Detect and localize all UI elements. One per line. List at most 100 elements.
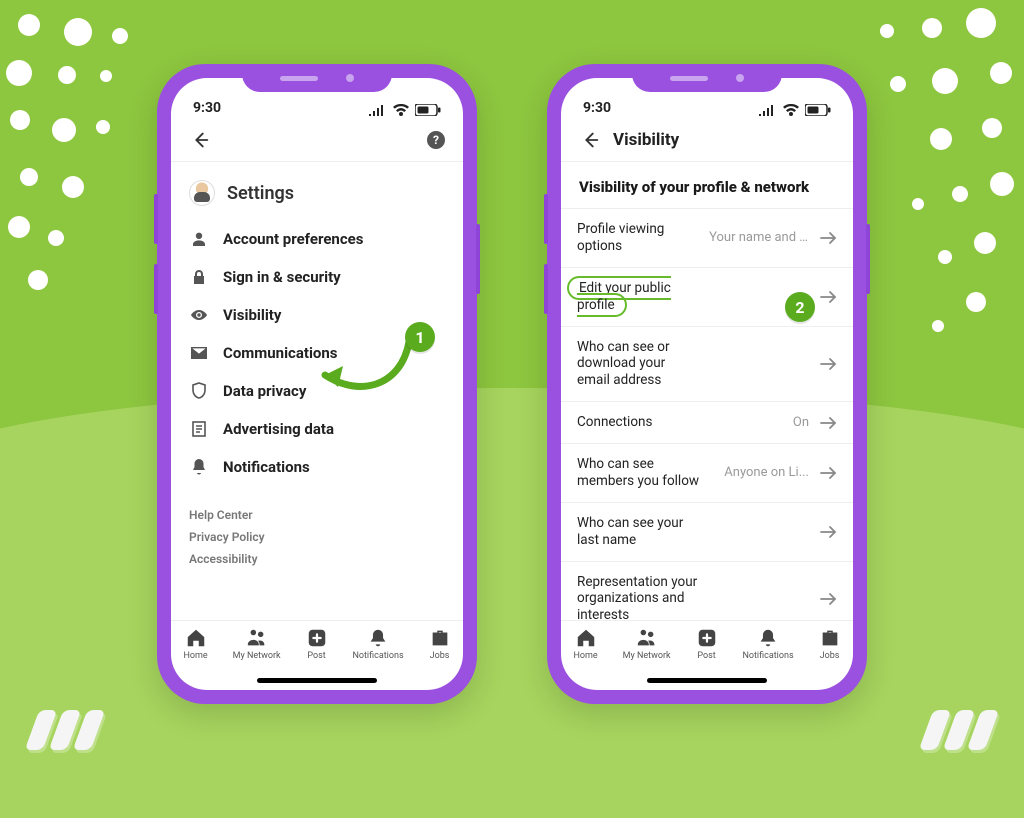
tab-jobs[interactable]: Jobs (819, 627, 841, 661)
tab-post[interactable]: Post (306, 627, 328, 661)
page-title-row: Settings (171, 176, 463, 220)
visibility-item-connections[interactable]: Connections On (561, 401, 853, 443)
tab-label: Jobs (820, 651, 840, 661)
status-time: 9:30 (583, 100, 611, 116)
menu-label: Advertising data (223, 420, 334, 438)
tab-label: Jobs (430, 651, 450, 661)
tab-my-network[interactable]: My Network (623, 627, 671, 661)
battery-icon (805, 104, 831, 116)
home-icon (575, 627, 597, 649)
phone-settings: 9:30 ? Settings (157, 64, 477, 704)
avatar[interactable] (189, 180, 215, 206)
network-icon (636, 627, 658, 649)
jobs-icon (429, 627, 451, 649)
tab-jobs[interactable]: Jobs (429, 627, 451, 661)
tab-label: Notifications (352, 651, 403, 661)
signal-icon (759, 104, 777, 116)
battery-icon (415, 104, 441, 116)
item-label: Connections (577, 414, 699, 431)
jobs-icon (819, 627, 841, 649)
item-value: Your name and he... (709, 230, 809, 245)
tab-notifications[interactable]: Notifications (352, 627, 403, 661)
back-button[interactable] (579, 129, 601, 151)
item-label: Who can see your last name (577, 515, 699, 549)
annotation-step-1: 1 (405, 322, 435, 352)
item-value: On (709, 415, 809, 430)
tab-home[interactable]: Home (573, 627, 597, 661)
visibility-item-email-address[interactable]: Who can see or download your email addre… (561, 326, 853, 402)
menu-item-sign-in-security[interactable]: Sign in & security (171, 258, 463, 296)
envelope-icon (189, 346, 209, 360)
visibility-list: Profile viewing options Your name and he… (561, 208, 853, 620)
lock-icon (189, 269, 209, 285)
bell-icon (367, 627, 389, 649)
annotation-step-2: 2 (785, 292, 815, 322)
menu-label: Data privacy (223, 382, 306, 400)
item-label: Representation your organizations and in… (577, 574, 699, 621)
bell-icon (757, 627, 779, 649)
eye-icon (189, 307, 209, 323)
chevron-right-icon (819, 525, 837, 539)
tab-label: My Network (623, 651, 671, 661)
menu-label: Notifications (223, 458, 310, 476)
tab-label: Home (573, 651, 597, 661)
tab-my-network[interactable]: My Network (233, 627, 281, 661)
shield-icon (189, 382, 209, 400)
item-label: Who can see or download your email addre… (577, 339, 699, 390)
help-button[interactable]: ? (427, 131, 445, 149)
phone-notch (632, 64, 782, 92)
chevron-right-icon (819, 290, 837, 304)
menu-item-advertising-data[interactable]: Advertising data (171, 410, 463, 448)
menu-label: Sign in & security (223, 268, 341, 286)
menu-item-notifications[interactable]: Notifications (171, 448, 463, 486)
footer-link-help-center[interactable]: Help Center (189, 504, 445, 526)
post-icon (306, 627, 328, 649)
page-title: Settings (227, 183, 294, 204)
app-header: ? (171, 118, 463, 162)
visibility-item-organizations-interests[interactable]: Representation your organizations and in… (561, 561, 853, 621)
home-indicator (647, 678, 767, 683)
network-icon (246, 627, 268, 649)
footer-link-accessibility[interactable]: Accessibility (189, 548, 445, 570)
chevron-right-icon (819, 231, 837, 245)
visibility-item-profile-viewing-options[interactable]: Profile viewing options Your name and he… (561, 208, 853, 267)
menu-label: Visibility (223, 306, 281, 324)
back-button[interactable] (189, 129, 211, 151)
home-icon (185, 627, 207, 649)
chevron-right-icon (819, 466, 837, 480)
footer-link-privacy-policy[interactable]: Privacy Policy (189, 526, 445, 548)
home-indicator (257, 678, 377, 683)
app-header: Visibility (561, 118, 853, 162)
tab-label: Post (307, 651, 325, 661)
menu-item-account-preferences[interactable]: Account preferences (171, 220, 463, 258)
phone-notch (242, 64, 392, 92)
footer-links: Help Center Privacy Policy Accessibility (171, 498, 463, 570)
bell-icon (189, 458, 209, 476)
tab-label: Post (697, 651, 715, 661)
user-icon (189, 231, 209, 247)
tab-home[interactable]: Home (183, 627, 207, 661)
tab-label: My Network (233, 651, 281, 661)
visibility-item-members-you-follow[interactable]: Who can see members you follow Anyone on… (561, 443, 853, 502)
highlight-ring: Edit your public profile (567, 276, 671, 317)
section-title: Visibility of your profile & network (561, 168, 853, 208)
chevron-right-icon (819, 416, 837, 430)
post-icon (696, 627, 718, 649)
status-time: 9:30 (193, 100, 221, 116)
tab-label: Home (183, 651, 207, 661)
chevron-right-icon (819, 592, 837, 606)
tab-post[interactable]: Post (696, 627, 718, 661)
item-label: Who can see members you follow (577, 456, 699, 490)
wifi-icon (783, 104, 799, 116)
menu-label: Account preferences (223, 230, 363, 248)
tab-label: Notifications (742, 651, 793, 661)
page-title: Visibility (613, 130, 835, 150)
document-icon (189, 421, 209, 437)
visibility-item-last-name[interactable]: Who can see your last name (561, 502, 853, 561)
item-label: Edit your public profile (577, 280, 699, 314)
signal-icon (369, 104, 387, 116)
phone-visibility: 9:30 Visibility Visibility of your profi… (547, 64, 867, 704)
item-value: Anyone on Li... (709, 465, 809, 480)
wifi-icon (393, 104, 409, 116)
tab-notifications[interactable]: Notifications (742, 627, 793, 661)
